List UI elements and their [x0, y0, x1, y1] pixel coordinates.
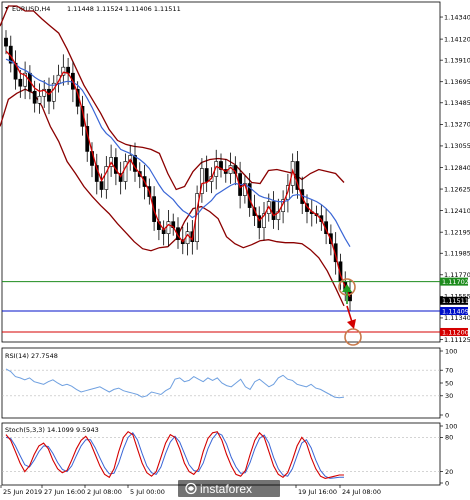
stoch-tick-label: 80	[445, 434, 453, 442]
rsi-tick-label: 70	[445, 367, 453, 375]
trading-chart-window: EURUSD,H4 1.11448 1.11524 1.11406 1.1151…	[0, 0, 470, 500]
chart-background	[0, 0, 470, 500]
time-tick-label: 27 Jun 16:00	[44, 488, 85, 496]
price-tick-label: 1.14340	[444, 13, 470, 21]
stoch-tick-label: 0	[445, 479, 449, 487]
stoch-tick-label: 100	[445, 422, 457, 430]
price-label: 1.11511	[442, 297, 469, 305]
price-tick-label: 1.11125	[444, 336, 470, 344]
price-tick-label: 1.12625	[444, 185, 470, 193]
candle-body	[185, 231, 190, 245]
rsi-label: RSI(14) 27.7548	[5, 352, 58, 360]
time-tick-label: 19 Jul 16:00	[298, 488, 337, 496]
ohlc-values: 1.11448 1.11524 1.11406 1.11511	[67, 5, 181, 13]
price-label: 1.11702	[442, 278, 469, 286]
price-tick-label: 1.13695	[444, 78, 470, 86]
candle-body	[18, 78, 23, 87]
price-tick-label: 1.13910	[444, 56, 470, 64]
rsi-tick-label: 50	[445, 379, 453, 387]
candle-body	[99, 181, 104, 190]
price-tick-label: 1.12840	[444, 164, 470, 172]
time-tick-label: 25 Jun 2019	[3, 488, 42, 496]
rsi-tick-label: 100	[445, 347, 457, 355]
candle-body	[166, 221, 171, 234]
chart-canvas: EURUSD,H4 1.11448 1.11524 1.11406 1.1151…	[0, 0, 470, 500]
stoch-label: Stoch(5,3,3) 14.1099 9.5943	[5, 426, 99, 434]
time-tick-label: 5 Jul 00:00	[130, 488, 165, 496]
symbol-header: EURUSD,H4 1.11448 1.11524 1.11406 1.1151…	[5, 5, 181, 13]
candle-body	[228, 165, 233, 174]
instaforex-watermark: instaforex	[178, 480, 280, 497]
price-tick-label: 1.13055	[444, 142, 470, 150]
price-tick-label: 1.12195	[444, 228, 470, 236]
rsi-tick-label: 0	[445, 411, 449, 419]
candle-body	[47, 88, 51, 102]
candle-body	[4, 37, 8, 47]
price-tick-label: 1.11985	[444, 250, 470, 258]
time-tick-label: 2 Jul 08:00	[87, 488, 122, 496]
rsi-tick-label: 30	[445, 392, 453, 400]
watermark-text: instaforex	[200, 482, 252, 496]
candle-body	[37, 95, 42, 104]
price-tick-label: 1.12410	[444, 207, 470, 215]
price-tick-label: 1.13270	[444, 121, 470, 129]
price-tick-label: 1.13485	[444, 99, 470, 107]
price-tick-label: 1.11340	[444, 314, 470, 322]
price-tick-label: 1.14120	[444, 35, 470, 43]
candle-body	[32, 90, 37, 104]
time-tick-label: 24 Jul 08:00	[342, 488, 381, 496]
stoch-tick-label: 20	[445, 468, 453, 476]
candle-body	[66, 66, 71, 74]
candle-body	[204, 168, 209, 182]
candle-body	[51, 82, 56, 102]
price-label: 1.11409	[442, 307, 469, 315]
price-label: 1.11200	[442, 328, 469, 336]
candle-body	[271, 201, 276, 220]
